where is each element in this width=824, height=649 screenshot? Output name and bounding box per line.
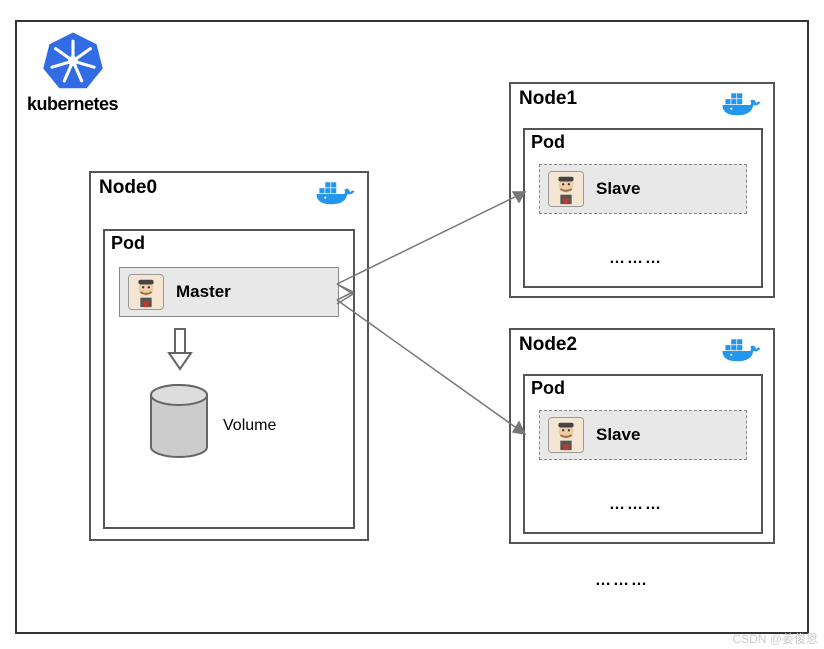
jenkins-icon (548, 417, 584, 453)
kubernetes-label: kubernetes (27, 94, 118, 115)
node1-title: Node1 (519, 88, 577, 110)
node2-box: Node2 Pod Slave ……… (509, 328, 775, 544)
watermark: CSDN @姜俊恩 (732, 630, 818, 647)
global-dots: ……… (595, 572, 649, 590)
kubernetes-logo: kubernetes (27, 30, 118, 115)
jenkins-icon (548, 171, 584, 207)
master-branch-wedge (335, 282, 355, 306)
cluster-frame: kubernetes Node0 Pod Master (15, 20, 809, 634)
slave-label: Slave (596, 179, 640, 199)
node2-pod-box: Pod Slave ……… (523, 374, 763, 534)
docker-icon (721, 90, 765, 120)
jenkins-icon (128, 274, 164, 310)
volume-cylinder-icon (147, 383, 211, 459)
node1-pod-label: Pod (531, 132, 565, 153)
node2-dots: ……… (609, 496, 663, 514)
node0-box: Node0 Pod Master Volu (89, 171, 369, 541)
node0-pod-box: Pod Master Volume (103, 229, 355, 529)
arrow-master-to-node1 (335, 180, 537, 300)
node0-title: Node0 (99, 177, 157, 199)
docker-icon (721, 336, 765, 366)
master-label: Master (176, 282, 231, 302)
node1-box: Node1 Pod Slave ……… (509, 82, 775, 298)
down-arrow-icon (165, 327, 195, 371)
jenkins-master-node: Master (119, 267, 339, 317)
slave-label: Slave (596, 425, 640, 445)
volume-label: Volume (223, 417, 276, 435)
kubernetes-wheel-icon (42, 30, 104, 92)
node1-pod-box: Pod Slave ……… (523, 128, 763, 288)
node1-dots: ……… (609, 250, 663, 268)
arrow-master-to-node2 (335, 296, 537, 446)
jenkins-slave-node2: Slave (539, 410, 747, 460)
jenkins-slave-node1: Slave (539, 164, 747, 214)
node0-pod-label: Pod (111, 233, 145, 254)
